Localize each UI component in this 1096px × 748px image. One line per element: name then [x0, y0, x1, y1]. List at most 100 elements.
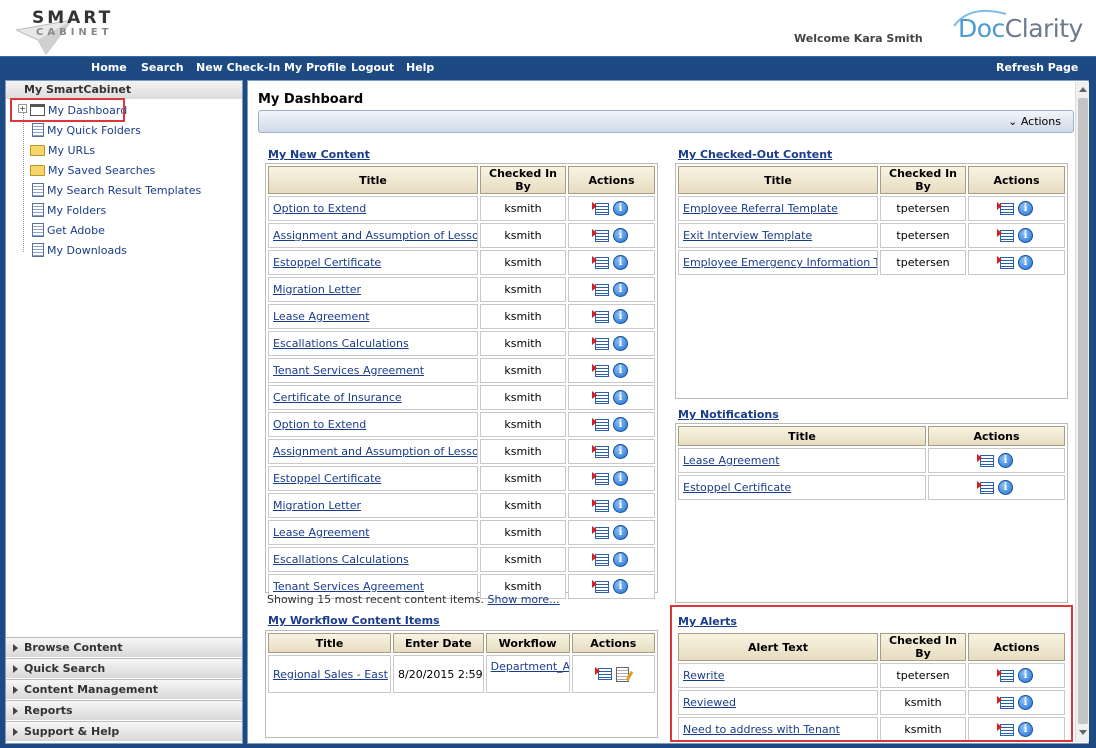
item-title-link[interactable]: Assignment and Assumption of Lessors Int…: [268, 439, 478, 464]
info-icon[interactable]: i: [1018, 228, 1033, 243]
accordion-support-help[interactable]: Support & Help: [6, 721, 242, 741]
info-icon[interactable]: i: [613, 417, 628, 432]
info-icon[interactable]: i: [613, 525, 628, 540]
section-title-checked-out[interactable]: My Checked-Out Content: [678, 148, 832, 161]
list-actions-icon[interactable]: [592, 498, 609, 512]
info-icon[interactable]: i: [613, 498, 628, 513]
item-title-link[interactable]: Migration Letter: [268, 493, 478, 518]
list-actions-icon[interactable]: [592, 255, 609, 269]
item-title-link[interactable]: Option to Extend: [268, 196, 478, 221]
show-more-link[interactable]: Show more...: [488, 593, 560, 606]
nav-help[interactable]: Help: [406, 61, 434, 74]
item-title-link[interactable]: Lease Agreement: [268, 520, 478, 545]
item-title-link[interactable]: Tenant Services Agreement: [268, 358, 478, 383]
item-title-link[interactable]: Escallations Calculations: [268, 331, 478, 356]
sidebar-item-my-saved-searches[interactable]: My Saved Searches: [30, 161, 155, 179]
list-actions-icon[interactable]: [592, 417, 609, 431]
list-actions-icon[interactable]: [592, 444, 609, 458]
item-title-link[interactable]: Reviewed: [678, 690, 878, 715]
info-icon[interactable]: i: [613, 552, 628, 567]
list-actions-icon[interactable]: [592, 309, 609, 323]
list-actions-icon[interactable]: [592, 471, 609, 485]
item-title-link[interactable]: Rewrite: [678, 663, 878, 688]
info-icon[interactable]: i: [613, 363, 628, 378]
sidebar-item-get-adobe[interactable]: Get Adobe: [30, 221, 105, 239]
sidebar-item-my-quick-folders[interactable]: My Quick Folders: [30, 121, 141, 139]
column-header[interactable]: Title: [268, 166, 478, 194]
nav-refresh-page[interactable]: Refresh Page: [996, 61, 1078, 74]
sidebar-item-my-urls[interactable]: My URLs: [30, 141, 95, 159]
expand-plus-icon[interactable]: +: [18, 104, 27, 113]
column-header[interactable]: Enter Date: [393, 633, 484, 653]
info-icon[interactable]: i: [613, 228, 628, 243]
list-actions-icon[interactable]: [592, 525, 609, 539]
scroll-thumb[interactable]: [1078, 98, 1088, 724]
section-title-new-content[interactable]: My New Content: [268, 148, 370, 161]
info-icon[interactable]: i: [998, 480, 1013, 495]
list-actions-icon[interactable]: [997, 228, 1014, 242]
workflow-item-title[interactable]: Regional Sales - East: [268, 655, 391, 693]
info-icon[interactable]: i: [1018, 668, 1033, 683]
nav-new-checkin[interactable]: New Check-In: [196, 61, 280, 74]
info-icon[interactable]: i: [613, 390, 628, 405]
item-title-link[interactable]: Employee Emergency Information Template: [678, 250, 878, 275]
list-actions-icon[interactable]: [997, 255, 1014, 269]
info-icon[interactable]: i: [1018, 255, 1033, 270]
scroll-up-icon[interactable]: [1079, 87, 1087, 92]
section-title-notifications[interactable]: My Notifications: [678, 408, 779, 421]
accordion-reports[interactable]: Reports: [6, 700, 242, 720]
item-title-link[interactable]: Employee Referral Template: [678, 196, 878, 221]
list-actions-icon[interactable]: [592, 282, 609, 296]
section-title-alerts[interactable]: My Alerts: [678, 615, 737, 628]
column-header[interactable]: Title: [678, 166, 878, 194]
item-title-link[interactable]: Need to address with Tenant: [678, 717, 878, 742]
list-actions-icon[interactable]: [592, 228, 609, 242]
actions-dropdown[interactable]: ⌄ Actions: [1008, 115, 1061, 128]
item-title-link[interactable]: Estoppel Certificate: [268, 250, 478, 275]
info-icon[interactable]: i: [613, 444, 628, 459]
vertical-scrollbar[interactable]: [1075, 82, 1089, 742]
item-title-link[interactable]: Lease Agreement: [678, 448, 926, 473]
item-title-link[interactable]: Option to Extend: [268, 412, 478, 437]
info-icon[interactable]: i: [613, 282, 628, 297]
accordion-browse-content[interactable]: Browse Content: [6, 637, 242, 657]
list-actions-icon[interactable]: [997, 201, 1014, 215]
list-actions-icon[interactable]: [997, 695, 1014, 709]
sidebar-item-my-downloads[interactable]: My Downloads: [30, 241, 127, 259]
list-actions-icon[interactable]: [977, 480, 994, 494]
list-actions-icon[interactable]: [592, 579, 609, 593]
list-actions-icon[interactable]: [592, 390, 609, 404]
list-actions-icon[interactable]: [997, 722, 1014, 736]
accordion-content-management[interactable]: Content Management: [6, 679, 242, 699]
sidebar-item-my-search-result-templates[interactable]: My Search Result Templates: [30, 181, 201, 199]
item-title-link[interactable]: Certificate of Insurance: [268, 385, 478, 410]
info-icon[interactable]: i: [613, 255, 628, 270]
list-actions-icon[interactable]: [592, 336, 609, 350]
item-title-link[interactable]: Exit Interview Template: [678, 223, 878, 248]
list-actions-icon[interactable]: [592, 552, 609, 566]
column-header[interactable]: Checked In By: [880, 166, 966, 194]
column-header[interactable]: Title: [678, 426, 926, 446]
item-title-link[interactable]: Assignment and Assumption of Lessors Int…: [268, 223, 478, 248]
info-icon[interactable]: i: [1018, 722, 1033, 737]
info-icon[interactable]: i: [613, 579, 628, 594]
info-icon[interactable]: i: [1018, 201, 1033, 216]
nav-home[interactable]: Home: [91, 61, 127, 74]
nav-my-profile[interactable]: My Profile: [284, 61, 346, 74]
edit-document-icon[interactable]: [615, 666, 629, 682]
sidebar-item-my-folders[interactable]: My Folders: [30, 201, 106, 219]
item-title-link[interactable]: Estoppel Certificate: [678, 475, 926, 500]
nav-logout[interactable]: Logout: [351, 61, 394, 74]
sidebar-item-my-dashboard[interactable]: My Dashboard: [30, 101, 127, 119]
info-icon[interactable]: i: [613, 336, 628, 351]
item-title-link[interactable]: Escallations Calculations: [268, 547, 478, 572]
workflow-item-workflow[interactable]: Department_Approval: [485, 655, 570, 693]
nav-search[interactable]: Search: [141, 61, 184, 74]
column-header[interactable]: Alert Text: [678, 633, 878, 661]
section-title-workflow[interactable]: My Workflow Content Items: [268, 614, 440, 627]
item-title-link[interactable]: Estoppel Certificate: [268, 466, 478, 491]
item-title-link[interactable]: Lease Agreement: [268, 304, 478, 329]
column-header[interactable]: Title: [268, 633, 391, 653]
column-header[interactable]: Checked In By: [480, 166, 566, 194]
info-icon[interactable]: i: [1018, 695, 1033, 710]
